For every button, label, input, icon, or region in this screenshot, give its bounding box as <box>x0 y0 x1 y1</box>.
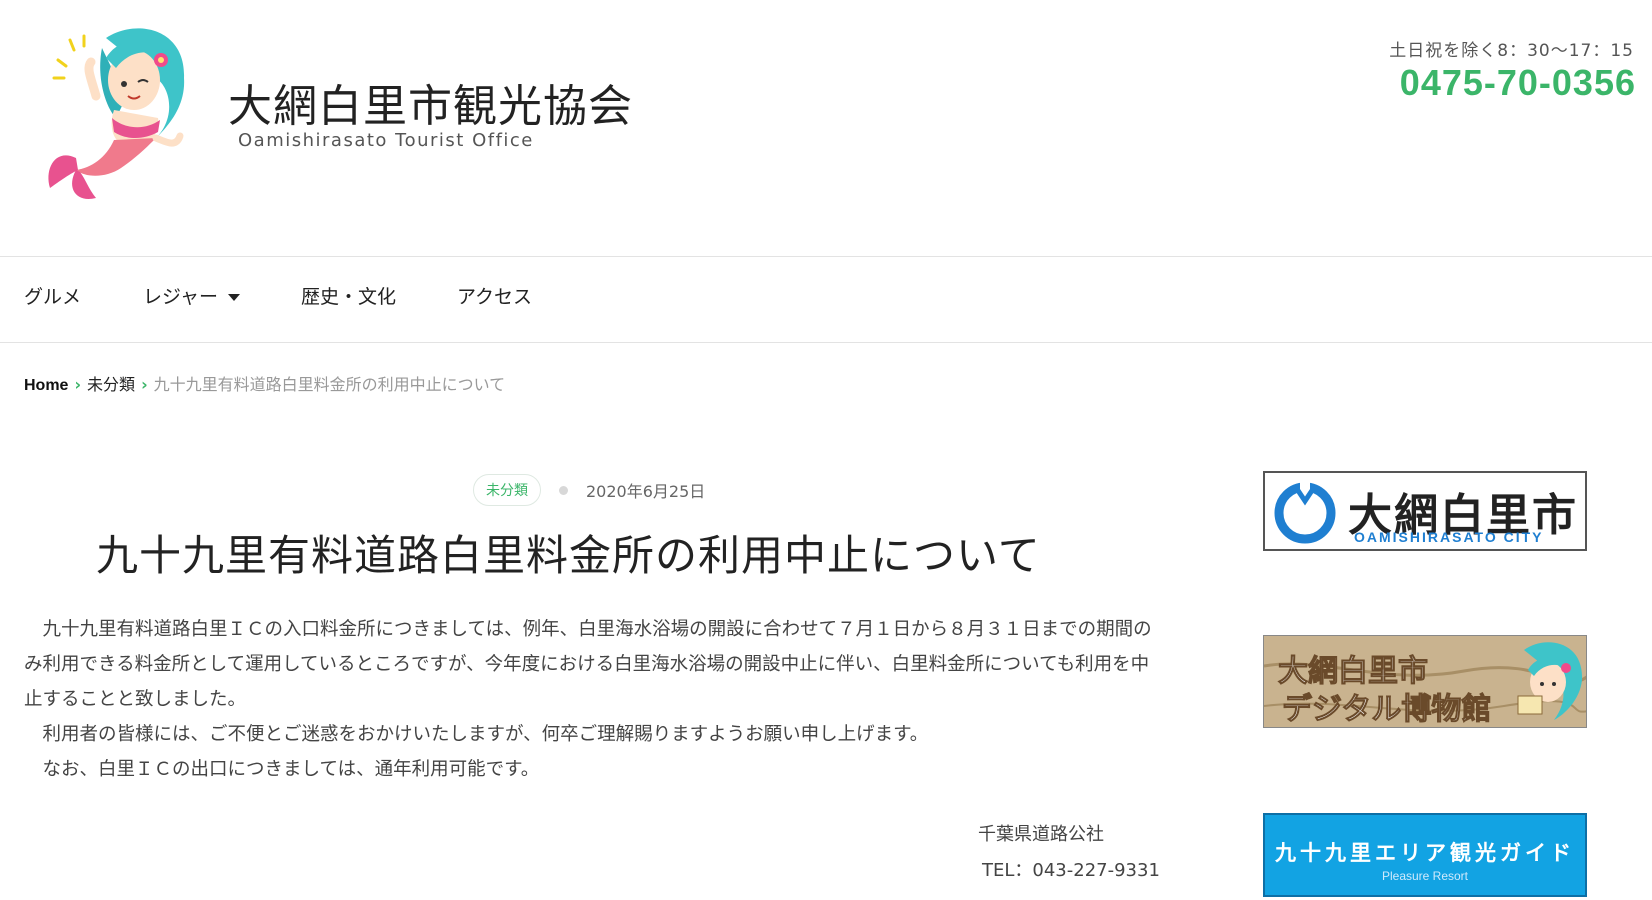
nav-item-access[interactable]: アクセス <box>457 282 532 309</box>
article-paragraph: なお、白里ＩＣの出口につきましては、通年利用可能です。 <box>24 759 540 780</box>
banner3-subtitle: Pleasure Resort <box>1381 869 1469 883</box>
article-meta: 未分類 2020年6月25日 <box>473 474 705 506</box>
oamishirasato-city-banner[interactable]: 大網白里市 OAMISHIRASATO CITY <box>1263 471 1587 551</box>
breadcrumb-category-link[interactable]: 未分類 <box>87 375 135 394</box>
signature-organization: 千葉県道路公社 <box>978 824 1104 845</box>
office-hours: 土日祝を除く8：30〜17：15 <box>1389 41 1634 61</box>
nav-item-history-culture[interactable]: 歴史・文化 <box>301 282 396 309</box>
breadcrumb: Home › 未分類 › 九十九里有料道路白里料金所の利用中止について <box>24 371 505 395</box>
site-header: 大網白里市観光協会 Oamishirasato Tourist Office 土… <box>0 0 1652 257</box>
post-date: 2020年6月25日 <box>586 482 706 501</box>
chevron-down-icon <box>228 294 241 301</box>
category-badge[interactable]: 未分類 <box>473 474 541 506</box>
phone-number[interactable]: 0475-70-0356 <box>1400 62 1636 104</box>
banner1-subtitle: OAMISHIRASATO CITY <box>1354 529 1544 545</box>
signature-telephone: TEL：043-227-9331 <box>982 860 1160 881</box>
nav-item-leisure[interactable]: レジャー <box>143 282 241 309</box>
article-paragraph: 九十九里有料道路白里ＩＣの入口料金所につきましては、例年、白里海水浴場の開設に合… <box>24 619 1152 710</box>
nav-item-label: レジャー <box>143 286 219 308</box>
nav-item-gourmet[interactable]: グルメ <box>24 282 81 309</box>
digital-museum-banner[interactable]: 大網白里市 デジタル博物館 <box>1263 635 1587 728</box>
nav-item-label: 歴史・文化 <box>301 286 397 308</box>
mermaid-mascot-logo[interactable] <box>36 18 196 208</box>
site-title[interactable]: 大網白里市観光協会 <box>228 70 633 134</box>
nav-item-label: アクセス <box>457 286 533 308</box>
site-subtitle: Oamishirasato Tourist Office <box>238 130 534 151</box>
main-nav: グルメ レジャー 歴史・文化 アクセス <box>0 257 1652 343</box>
nav-item-label: グルメ <box>24 286 82 308</box>
separator-dot <box>559 485 568 495</box>
banner2-title-line2: デジタル博物館 <box>1281 692 1492 728</box>
kujukuri-area-guide-banner[interactable]: 九十九里エリア観光ガイド Pleasure Resort <box>1263 813 1587 897</box>
article-body: 九十九里有料道路白里ＩＣの入口料金所につきましては、例年、白里海水浴場の開設に合… <box>24 612 1154 787</box>
article-title: 九十九里有料道路白里料金所の利用中止について <box>96 531 1041 580</box>
banner3-title: 九十九里エリア観光ガイド <box>1275 841 1575 865</box>
article-paragraph: 利用者の皆様には、ご不便とご迷惑をおかけいたしますが、何卒ご理解賜りますようお願… <box>24 724 929 745</box>
chevron-right-icon: › <box>74 375 82 394</box>
breadcrumb-home-link[interactable]: Home <box>24 377 68 394</box>
breadcrumb-current: 九十九里有料道路白里料金所の利用中止について <box>153 375 506 394</box>
city-emblem-icon <box>1274 481 1336 544</box>
chevron-right-icon: › <box>141 375 148 394</box>
